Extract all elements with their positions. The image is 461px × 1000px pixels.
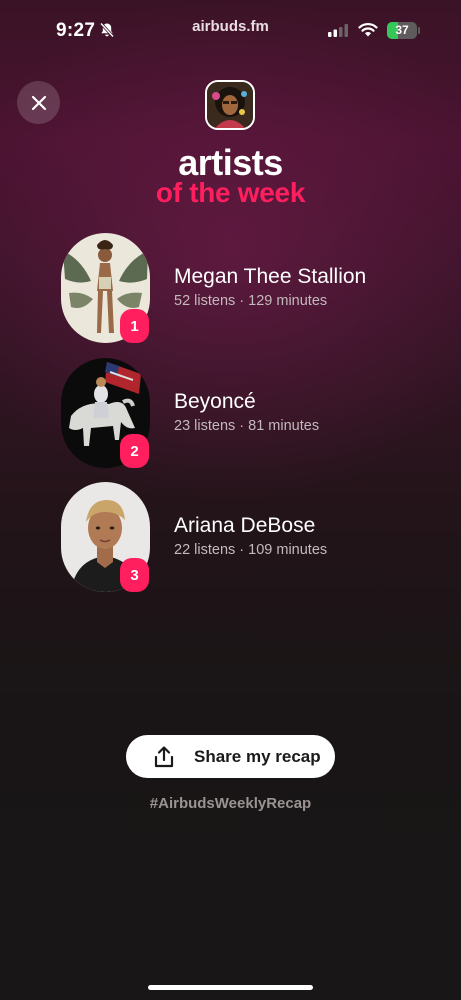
wifi-icon — [358, 22, 378, 42]
artist-stats: 52 listens · 129 minutes — [174, 293, 328, 309]
rank-badge: 3 — [120, 558, 149, 592]
artist-row-2[interactable]: 2 Beyoncé 23 listens · 81 minutes — [61, 358, 441, 468]
artist-stats: 22 listens · 109 minutes — [174, 542, 328, 558]
signal-icon — [328, 24, 350, 42]
artist-stats: 23 listens · 81 minutes — [174, 418, 320, 434]
artist-row-1[interactable]: 1 Megan Thee Stallion 52 listens · 129 m… — [61, 233, 441, 343]
share-recap-button[interactable]: Share my recap — [126, 735, 335, 778]
battery-icon: 37 — [387, 22, 420, 39]
hashtag-label: #AirbudsWeeklyRecap — [149, 795, 312, 812]
close-button[interactable] — [17, 81, 60, 124]
page-subtitle: of the week — [155, 177, 306, 208]
artist-name: Ariana DeBose — [174, 514, 316, 537]
artist-name: Beyoncé — [174, 390, 256, 413]
share-icon — [153, 745, 175, 774]
close-icon — [31, 95, 46, 110]
user-avatar[interactable] — [205, 80, 255, 130]
share-button-label: Share my recap — [194, 747, 321, 766]
status-bar: 9:27 airbuds.fm 37 — [0, 0, 461, 60]
home-indicator[interactable] — [148, 985, 313, 990]
battery-percent: 37 — [395, 23, 409, 37]
rank-badge: 2 — [120, 434, 149, 468]
rank-badge: 1 — [120, 309, 149, 343]
artist-name: Megan Thee Stallion — [174, 265, 367, 288]
artist-row-3[interactable]: 3 Ariana DeBose 22 listens · 109 minutes — [61, 482, 441, 592]
